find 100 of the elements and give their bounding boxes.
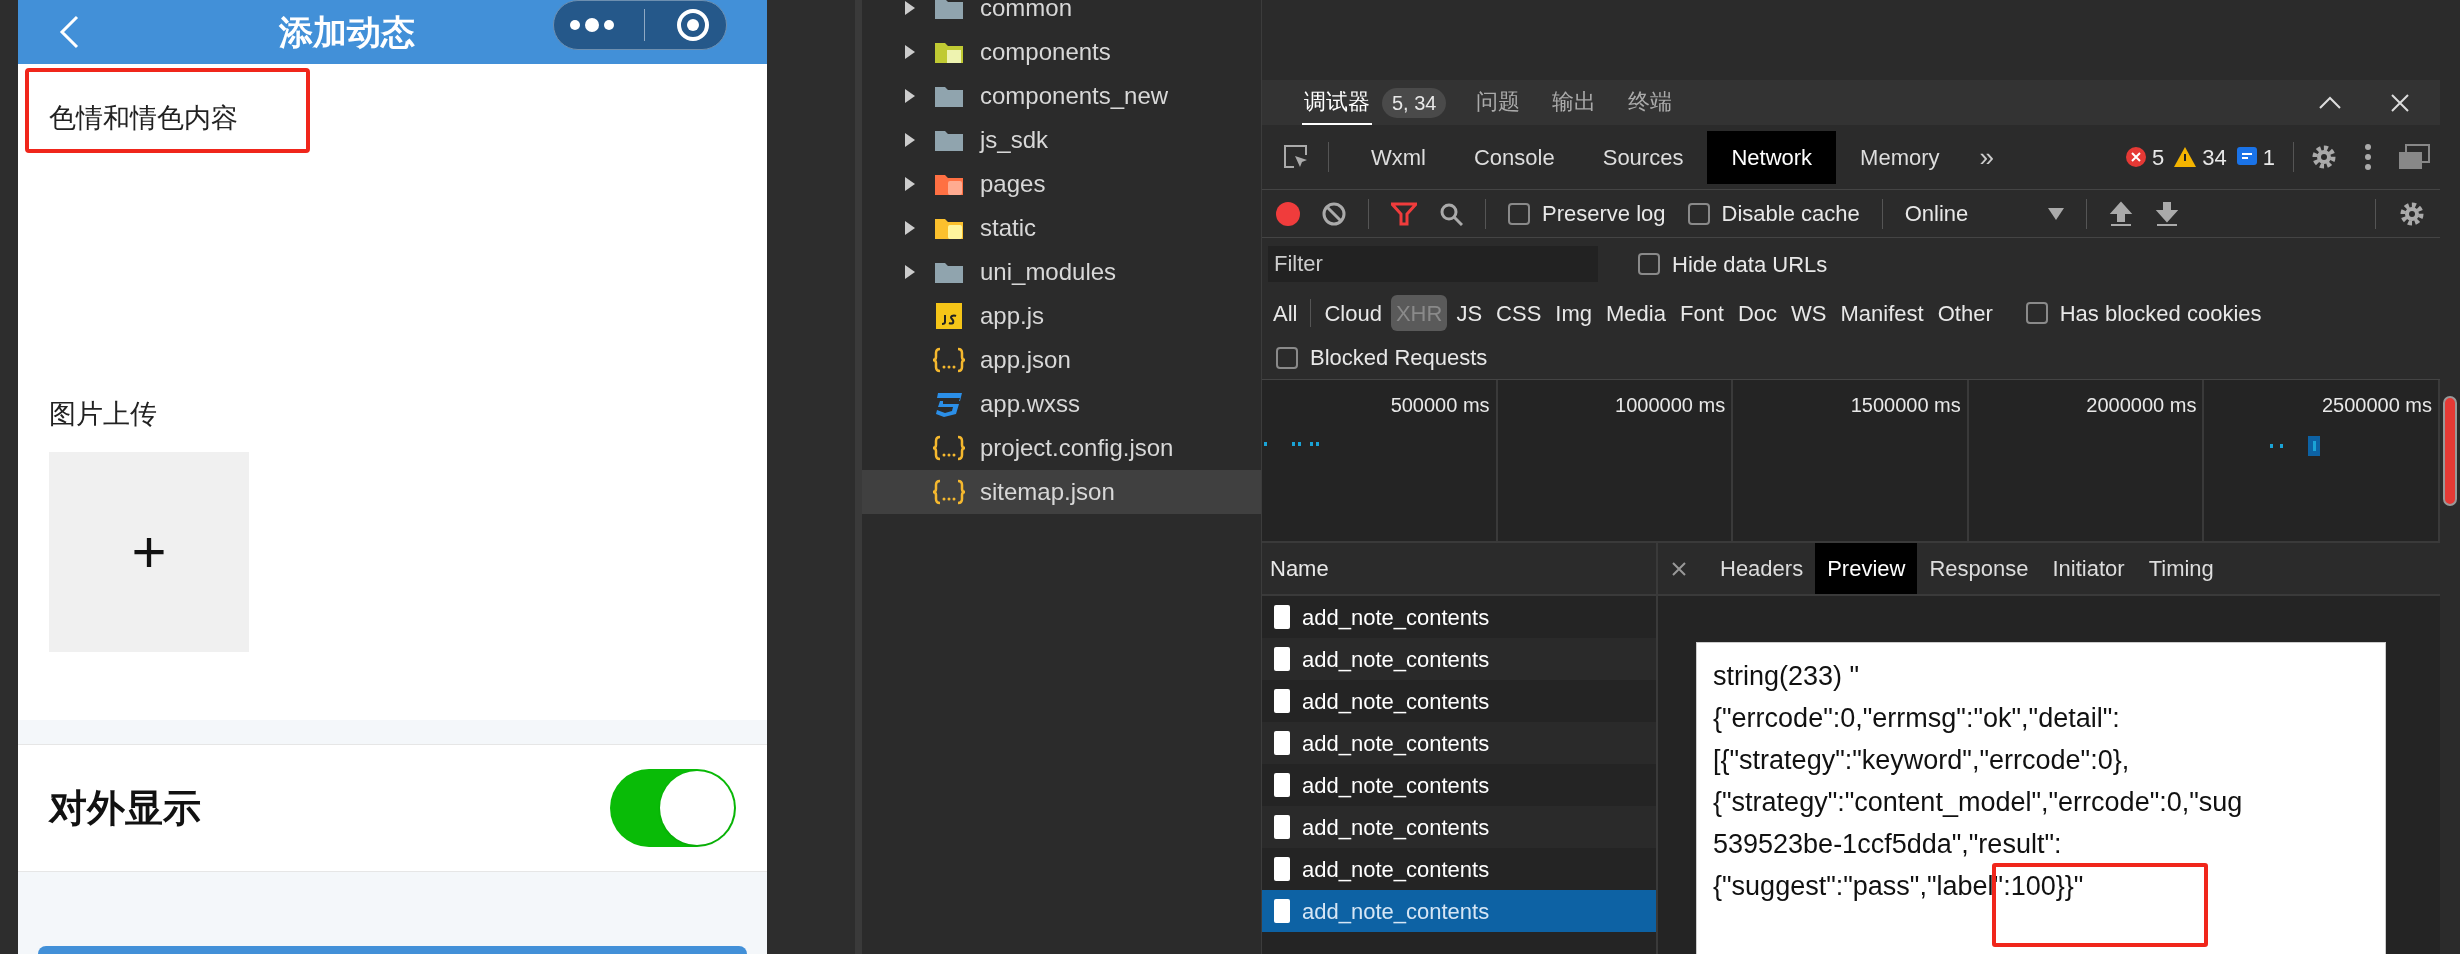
request-name: add_note_contents	[1302, 729, 1490, 758]
file-name: pages	[980, 169, 1046, 199]
devtools-tab[interactable]: Console	[1450, 130, 1579, 184]
file-tree-item[interactable]: app.js	[862, 294, 1261, 338]
devtools-tab[interactable]: Wxml	[1347, 130, 1450, 184]
upload-icon[interactable]	[2109, 200, 2134, 227]
count-badge: 5, 34	[1382, 87, 1447, 118]
detail-tab[interactable]: Preview	[1815, 543, 1918, 594]
throttle-select[interactable]: Online	[1904, 197, 2065, 230]
request-row[interactable]: add_note_contents	[1262, 806, 1656, 848]
request-name: add_note_contents	[1302, 897, 1490, 926]
file-tree-item[interactable]: app.json	[862, 338, 1261, 382]
request-row[interactable]: add_note_contents	[1262, 890, 1656, 932]
column-header: Name	[1270, 555, 1329, 583]
checkbox[interactable]	[1508, 202, 1530, 225]
file-tree-item[interactable]: common	[862, 0, 1261, 30]
preview-line: string(233) "	[1713, 660, 1860, 693]
back-icon[interactable]	[58, 15, 80, 49]
expand-arrow-icon[interactable]	[905, 177, 915, 191]
type-filter[interactable]: Img	[1550, 295, 1597, 331]
detail-tab[interactable]: Response	[1917, 543, 2041, 594]
content-text: 色情和情色内容	[49, 103, 238, 133]
checkbox[interactable]	[1276, 346, 1298, 369]
type-filter[interactable]: Media	[1601, 295, 1671, 331]
devtools-tab[interactable]: Memory	[1836, 130, 1964, 184]
file-tree-item[interactable]: sitemap.json	[862, 470, 1261, 514]
file-tree-item[interactable]: components_new	[862, 74, 1261, 118]
devtools-tab[interactable]: Sources	[1578, 130, 1708, 184]
expand-arrow-icon[interactable]	[905, 45, 915, 59]
inspect-icon[interactable]	[1282, 143, 1310, 171]
dock-icon[interactable]	[2398, 144, 2430, 170]
document-icon	[1274, 857, 1290, 881]
checkbox[interactable]	[2025, 302, 2048, 324]
expand-arrow-icon[interactable]	[905, 221, 915, 235]
file-tree-item[interactable]: project.config.json	[862, 426, 1261, 470]
timeline-tick: 2000000 ms	[2086, 393, 2197, 414]
error-count: 5	[2152, 143, 2165, 172]
document-icon	[1274, 731, 1290, 755]
checkbox-label: Hide data URLs	[1672, 250, 1828, 279]
file-name: app.wxss	[980, 389, 1081, 419]
type-filter[interactable]: WS	[1786, 295, 1832, 331]
file-tree-item[interactable]: pages	[862, 162, 1261, 206]
preview-line: [{"strategy":"keyword","errcode":0},	[1713, 744, 2130, 777]
type-filter[interactable]: Font	[1674, 295, 1729, 331]
panel-tab[interactable]: 输出	[1550, 80, 1599, 125]
type-filter[interactable]: CSS	[1491, 295, 1547, 331]
file-name: js_sdk	[980, 125, 1049, 155]
file-tree-item[interactable]: uni_modules	[862, 250, 1261, 294]
filter-icon[interactable]	[1391, 201, 1417, 226]
detail-tab[interactable]: Headers	[1708, 543, 1816, 594]
timeline-tick: 2500000 ms	[2321, 393, 2432, 414]
request-dots-drawing	[2270, 436, 2321, 456]
collapse-icon[interactable]	[2318, 95, 2342, 110]
scrollbar-thumb[interactable]	[2443, 396, 2457, 506]
file-name: components_new	[980, 81, 1169, 111]
upload-tile[interactable]: +	[49, 452, 249, 652]
settings-icon[interactable]	[2310, 143, 2338, 171]
css-file-icon	[935, 391, 963, 417]
download-icon[interactable]	[2155, 200, 2180, 227]
request-name: add_note_contents	[1302, 771, 1490, 800]
request-name: add_note_contents	[1302, 855, 1490, 884]
dropdown-caret-icon	[2048, 207, 2065, 220]
preview-line: 539523be-1ccf5dda","result":	[1713, 828, 2062, 861]
filter-field[interactable]: Filter	[1268, 246, 1598, 282]
request-row[interactable]: add_note_contents	[1262, 638, 1656, 680]
info-count: 1	[2262, 143, 2275, 172]
expand-arrow-icon[interactable]	[905, 265, 915, 279]
more-tabs[interactable]: »	[1963, 137, 2011, 177]
expand-arrow-icon[interactable]	[905, 133, 915, 147]
clear-icon[interactable]	[1322, 201, 1346, 226]
timeline-tick: 1500000 ms	[1850, 393, 1961, 414]
checkbox[interactable]	[1638, 253, 1660, 275]
search-icon[interactable]	[1439, 201, 1463, 226]
file-tree-item[interactable]: components	[862, 30, 1261, 74]
file-tree-item[interactable]: static	[862, 206, 1261, 250]
panel-tab[interactable]: 终端	[1626, 80, 1675, 125]
kebab-menu-icon[interactable]	[2364, 144, 2372, 170]
expand-arrow-icon[interactable]	[905, 1, 915, 15]
type-filter[interactable]: Other	[1932, 295, 1998, 331]
detail-tab[interactable]: Timing	[2136, 543, 2226, 594]
checkbox[interactable]	[1687, 202, 1710, 225]
close-icon[interactable]	[1672, 561, 1686, 576]
panel-tab[interactable]: 问题	[1474, 80, 1523, 125]
file-tree-item[interactable]: js_sdk	[862, 118, 1261, 162]
file-tree-item[interactable]: app.wxss	[862, 382, 1261, 426]
timeline-tick: 500000 ms	[1390, 393, 1490, 414]
devtools-tab[interactable]: Network	[1707, 130, 1837, 184]
type-filter[interactable]: Doc	[1732, 295, 1783, 331]
type-filter[interactable]: JS	[1451, 295, 1488, 331]
file-name: common	[980, 0, 1073, 23]
record-icon[interactable]	[1276, 201, 1300, 226]
detail-tab[interactable]: Initiator	[2040, 543, 2137, 594]
type-filter[interactable]: Cloud	[1319, 295, 1387, 331]
target-icon[interactable]	[675, 7, 712, 43]
request-row[interactable]: add_note_contents	[1262, 722, 1656, 764]
type-filter[interactable]: All	[1268, 295, 1303, 331]
more-icon[interactable]	[568, 17, 615, 33]
type-filter[interactable]: Manifest	[1835, 295, 1929, 331]
expand-arrow-icon[interactable]	[905, 89, 915, 103]
file-name: app.json	[980, 345, 1071, 375]
